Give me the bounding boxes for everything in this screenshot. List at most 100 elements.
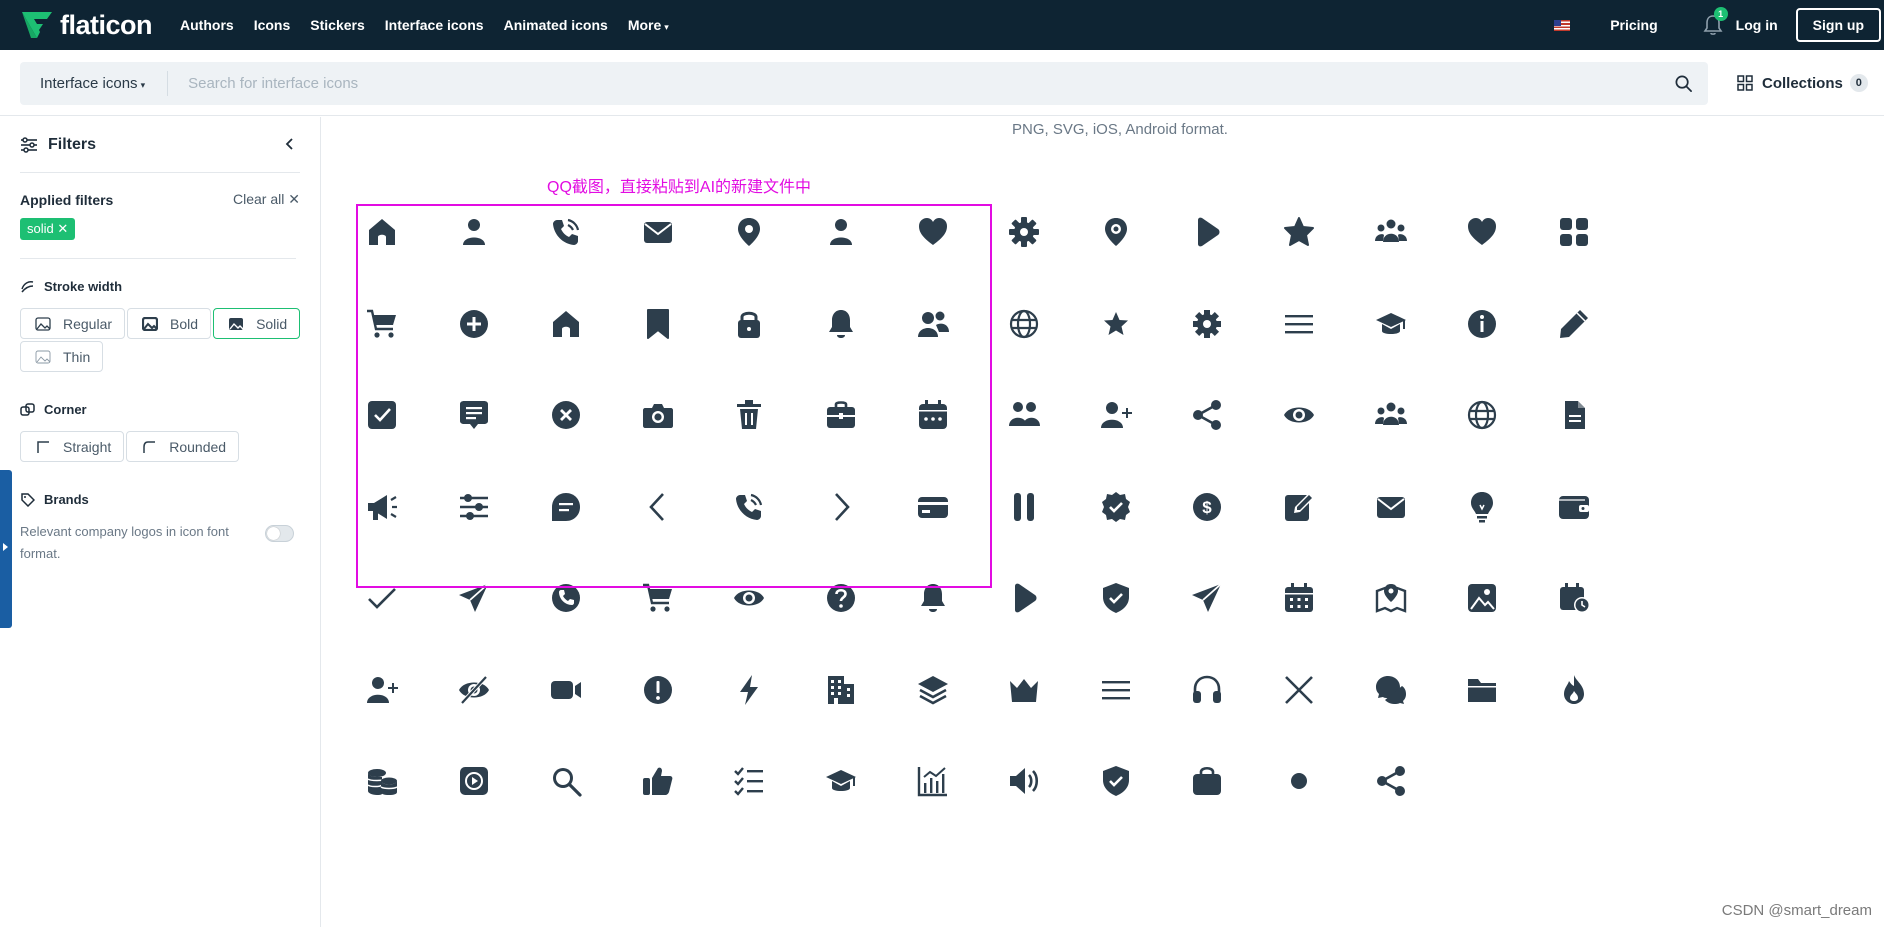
- play-icon[interactable]: [1182, 207, 1232, 257]
- trash-icon[interactable]: [724, 390, 774, 440]
- home-icon[interactable]: [357, 207, 407, 257]
- envelope-icon[interactable]: [1366, 482, 1416, 532]
- envelope-icon[interactable]: [633, 207, 683, 257]
- checkbox-icon[interactable]: [357, 390, 407, 440]
- user-group-icon[interactable]: [908, 299, 958, 349]
- settings-sliders-icon[interactable]: [449, 482, 499, 532]
- menu-burger-icon[interactable]: [1091, 665, 1141, 715]
- eye-crossed-icon[interactable]: [449, 665, 499, 715]
- credit-card-icon[interactable]: [908, 482, 958, 532]
- thumbs-up-icon[interactable]: [633, 756, 683, 806]
- corner-option-straight[interactable]: Straight: [20, 431, 125, 462]
- shopping-bag-icon[interactable]: [1182, 756, 1232, 806]
- gear-icon[interactable]: [1182, 299, 1232, 349]
- coins-icon[interactable]: [357, 756, 407, 806]
- user-icon[interactable]: [449, 207, 499, 257]
- nav-animated-icons[interactable]: Animated icons: [504, 17, 608, 33]
- marker-icon[interactable]: [724, 207, 774, 257]
- side-feedback-tab[interactable]: [0, 470, 12, 628]
- nav-stickers[interactable]: Stickers: [310, 17, 364, 33]
- megaphone-icon[interactable]: [357, 482, 407, 532]
- cross-icon[interactable]: [1274, 665, 1324, 715]
- globe-icon[interactable]: [999, 299, 1049, 349]
- play-alt-icon[interactable]: [449, 756, 499, 806]
- comment-icon[interactable]: [541, 482, 591, 532]
- shopping-cart-icon[interactable]: [357, 299, 407, 349]
- users-icon[interactable]: [1366, 390, 1416, 440]
- lock-icon[interactable]: [724, 299, 774, 349]
- chevron-left-icon[interactable]: [284, 137, 296, 151]
- clear-all-button[interactable]: Clear all ✕: [233, 191, 300, 208]
- folder-icon[interactable]: [1457, 665, 1507, 715]
- heart-icon[interactable]: [908, 207, 958, 257]
- flaticon-logo[interactable]: flaticon: [20, 10, 153, 41]
- flame-icon[interactable]: [1549, 665, 1599, 715]
- calendar-dots-icon[interactable]: [908, 390, 958, 440]
- apps-icon[interactable]: [1549, 207, 1599, 257]
- share-icon[interactable]: [1182, 390, 1232, 440]
- star-small-icon[interactable]: [1091, 299, 1141, 349]
- calendar-clock-icon[interactable]: [1549, 573, 1599, 623]
- comments-icon[interactable]: [1366, 665, 1416, 715]
- location-icon[interactable]: [1091, 207, 1141, 257]
- pricing-link[interactable]: Pricing: [1610, 17, 1657, 33]
- paper-plane-icon[interactable]: [1182, 573, 1232, 623]
- bookmark-icon[interactable]: [633, 299, 683, 349]
- search-input[interactable]: [188, 75, 1569, 92]
- nav-icons[interactable]: Icons: [254, 17, 291, 33]
- paper-plane-icon[interactable]: [449, 573, 499, 623]
- calendar-icon[interactable]: [1274, 573, 1324, 623]
- phone-call-icon[interactable]: [541, 207, 591, 257]
- filter-chip-solid[interactable]: solid ✕: [20, 218, 76, 240]
- share-icon[interactable]: [1366, 756, 1416, 806]
- stroke-option-bold[interactable]: Bold: [127, 308, 212, 339]
- phone-call-icon[interactable]: [724, 482, 774, 532]
- picture-icon[interactable]: [1457, 573, 1507, 623]
- stroke-option-thin[interactable]: Thin: [20, 341, 104, 372]
- layers-icon[interactable]: [908, 665, 958, 715]
- building-icon[interactable]: [816, 665, 866, 715]
- user-icon[interactable]: [816, 207, 866, 257]
- bulb-icon[interactable]: [1457, 482, 1507, 532]
- users-icon[interactable]: [1366, 207, 1416, 257]
- angle-right-icon[interactable]: [816, 482, 866, 532]
- graduation-cap-icon[interactable]: [816, 756, 866, 806]
- headset-icon[interactable]: [1182, 665, 1232, 715]
- search-icon[interactable]: [1674, 74, 1693, 93]
- user-add-icon[interactable]: [357, 665, 407, 715]
- nav-interface-icons[interactable]: Interface icons: [385, 17, 484, 33]
- stats-icon[interactable]: [908, 756, 958, 806]
- crown-icon[interactable]: [999, 665, 1049, 715]
- camera-icon[interactable]: [633, 390, 683, 440]
- circle-icon[interactable]: [1274, 756, 1324, 806]
- brands-toggle[interactable]: [265, 525, 294, 542]
- add-icon[interactable]: [449, 299, 499, 349]
- home-icon[interactable]: [541, 299, 591, 349]
- angle-left-icon[interactable]: [633, 482, 683, 532]
- nav-more[interactable]: More ▾: [628, 17, 669, 33]
- info-icon[interactable]: [1457, 299, 1507, 349]
- settings-icon[interactable]: [999, 207, 1049, 257]
- shopping-cart-icon[interactable]: [633, 573, 683, 623]
- edit-icon[interactable]: [1274, 482, 1324, 532]
- pause-icon[interactable]: [999, 482, 1049, 532]
- us-flag-icon[interactable]: [1554, 19, 1571, 31]
- briefcase-icon[interactable]: [816, 390, 866, 440]
- dollar-icon[interactable]: $: [1182, 482, 1232, 532]
- shield-check-icon[interactable]: [1091, 756, 1141, 806]
- search-type-dropdown[interactable]: Interface icons ▾: [20, 71, 169, 96]
- users-alt-icon[interactable]: [999, 390, 1049, 440]
- globe-icon[interactable]: [1457, 390, 1507, 440]
- bell-icon[interactable]: [816, 299, 866, 349]
- play-icon[interactable]: [999, 573, 1049, 623]
- question-icon[interactable]: [816, 573, 866, 623]
- eye-icon[interactable]: [1274, 390, 1324, 440]
- nav-authors[interactable]: Authors: [180, 17, 234, 33]
- graduation-cap-icon[interactable]: [1366, 299, 1416, 349]
- check-icon[interactable]: [357, 573, 407, 623]
- document-icon[interactable]: [1549, 390, 1599, 440]
- volume-icon[interactable]: [999, 756, 1049, 806]
- map-marker-icon[interactable]: [1366, 573, 1416, 623]
- menu-burger-icon[interactable]: [1274, 299, 1324, 349]
- badge-check-icon[interactable]: [1091, 482, 1141, 532]
